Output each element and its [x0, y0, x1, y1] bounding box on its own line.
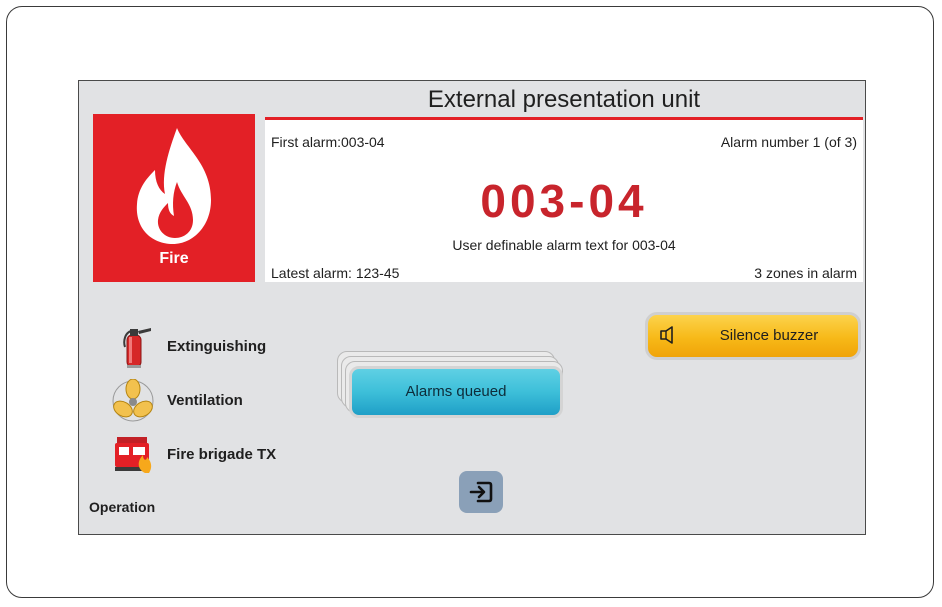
speaker-icon — [660, 326, 673, 344]
operation-label: Operation — [89, 499, 156, 515]
zones-in-alarm-text: 3 zones in alarm — [754, 265, 857, 281]
fire-status-tile: Fire — [93, 114, 255, 282]
flame-icon — [136, 128, 211, 244]
operation-item-label: Fire brigade TX — [167, 446, 277, 463]
alarms-queued-button[interactable]: Alarms queued — [349, 366, 563, 418]
login-icon — [469, 481, 493, 503]
alarm-panel: First alarm:003-04 Alarm number 1 (of 3)… — [265, 117, 863, 282]
alarm-description: User definable alarm text for 003-04 — [452, 237, 676, 253]
alarm-code: 003-04 — [480, 175, 648, 227]
presentation-screen: External presentation unit Fire First al… — [78, 80, 866, 535]
fire-truck-icon — [115, 437, 152, 473]
silence-buzzer-button[interactable]: Silence buzzer — [645, 312, 861, 360]
fan-icon — [112, 379, 154, 422]
operation-item-label: Ventilation — [167, 392, 243, 409]
alarm-number-text: Alarm number 1 (of 3) — [720, 134, 857, 150]
fire-label: Fire — [159, 250, 189, 267]
latest-alarm-text: Latest alarm: 123-45 — [271, 265, 400, 281]
operation-item-label: Extinguishing — [167, 338, 267, 355]
alarms-queued-stack: Alarms queued — [337, 351, 567, 421]
first-alarm-text: First alarm:003-04 — [271, 134, 385, 150]
login-button[interactable] — [459, 471, 503, 513]
fire-extinguisher-icon — [123, 328, 151, 368]
silence-buzzer-label: Silence buzzer — [719, 327, 819, 344]
page-title: External presentation unit — [427, 86, 701, 113]
